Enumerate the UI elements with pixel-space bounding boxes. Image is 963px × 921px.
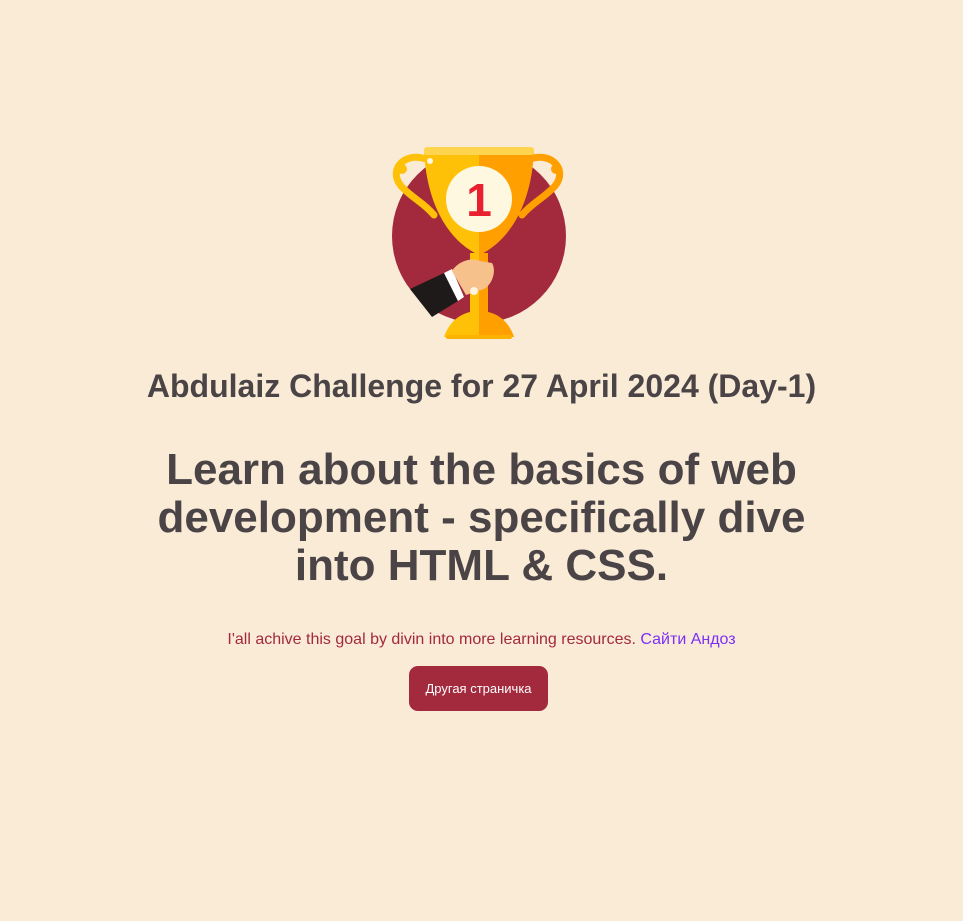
goal-text: I'all achive this goal by divin into mor… <box>0 630 963 650</box>
challenge-headline: Learn about the basics of web developmen… <box>157 445 806 590</box>
page-title: Abdulaiz Challenge for 27 April 2024 (Da… <box>146 368 817 404</box>
goal-text-content: I'all achive this goal by divin into mor… <box>227 631 636 648</box>
svg-text:1: 1 <box>466 174 492 226</box>
other-page-button[interactable]: Другая страничка <box>409 666 548 711</box>
trophy-icon: 1 <box>380 143 580 343</box>
sites-link[interactable]: Сайти Андоз <box>640 631 735 648</box>
